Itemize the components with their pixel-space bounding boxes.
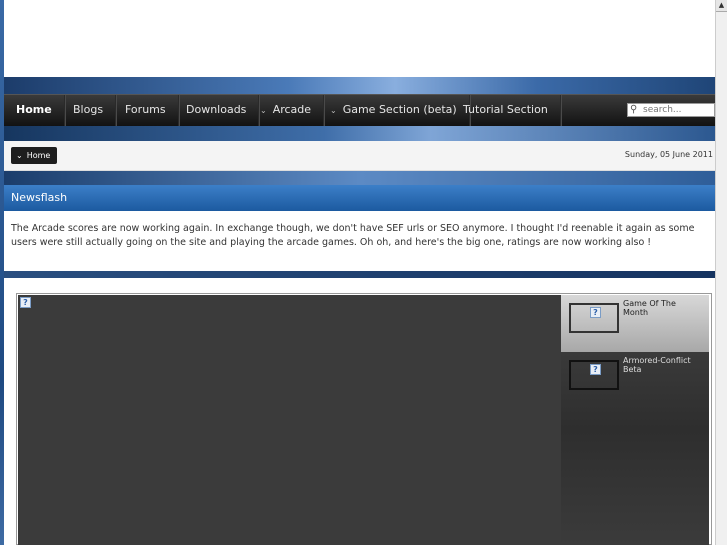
game-list-item[interactable]: ? Game Of The Month: [561, 295, 709, 352]
nav-label: Home: [16, 103, 52, 116]
nav-item-blogs[interactable]: Blogs: [61, 95, 117, 126]
newsflash-header: Newsflash: [4, 185, 715, 211]
breadcrumb-label: Home: [26, 151, 51, 160]
nav-label: Downloads: [186, 103, 247, 116]
broken-image-icon: ?: [20, 297, 31, 308]
game-thumbnail: ?: [569, 303, 619, 333]
nav-label: Blogs: [73, 103, 104, 116]
breadcrumb-home[interactable]: ⌄ Home: [11, 147, 58, 164]
nav-item-tutorial-section[interactable]: Tutorial Section: [451, 95, 561, 126]
date-display: Sunday, 05 June 2011: [624, 150, 713, 159]
chevron-down-icon: ⌄: [260, 106, 267, 115]
nav-item-downloads[interactable]: Downloads: [174, 95, 260, 126]
scroll-up-arrow-icon[interactable]: ▲: [716, 0, 727, 12]
nav-label: Arcade: [272, 103, 312, 116]
game-area: ? ? Game Of The Month ? Armored-Conflict…: [4, 278, 715, 545]
nav-label: Tutorial Section: [463, 103, 548, 116]
nav-item-game-section[interactable]: ⌄ Game Section (beta): [318, 95, 470, 126]
game-label: Armored-Conflict Beta: [623, 356, 691, 374]
game-thumbnail: ?: [569, 360, 619, 390]
breadcrumb-bar: ⌄ Home Sunday, 05 June 2011: [4, 141, 715, 171]
vertical-scrollbar[interactable]: ▲: [715, 0, 727, 545]
chevron-down-icon: ⌄: [16, 151, 23, 160]
nav-item-forums[interactable]: Forums: [113, 95, 179, 126]
nav-item-arcade[interactable]: ⌄ Arcade: [248, 95, 325, 126]
chevron-down-icon: ⌄: [330, 106, 337, 115]
main-nav: Home Blogs Forums Downloads ⌄ Arcade ⌄ Gam…: [4, 94, 715, 126]
nav-label: Forums: [125, 103, 166, 116]
broken-image-icon: ?: [590, 364, 601, 375]
search-icon: ⚲: [630, 104, 638, 115]
header-area: [4, 0, 715, 77]
nav-label: Game Section (beta): [342, 103, 457, 116]
nav-item-home[interactable]: Home: [4, 95, 65, 126]
game-list-item[interactable]: ? Armored-Conflict Beta: [561, 352, 709, 545]
decorative-band: [4, 271, 715, 278]
game-stage[interactable]: ?: [18, 295, 561, 545]
newsflash-body: The Arcade scores are now working again.…: [4, 211, 715, 271]
search-box[interactable]: ⚲: [627, 103, 715, 117]
newsflash-title: Newsflash: [11, 191, 68, 204]
game-label: Game Of The Month: [623, 299, 676, 317]
broken-image-icon: ?: [590, 307, 601, 318]
page: Home Blogs Forums Downloads ⌄ Arcade ⌄ Gam…: [4, 0, 715, 545]
search-input[interactable]: [643, 104, 713, 116]
header-banner: [4, 77, 715, 94]
decorative-band: [4, 126, 715, 141]
decorative-band: [4, 171, 715, 185]
